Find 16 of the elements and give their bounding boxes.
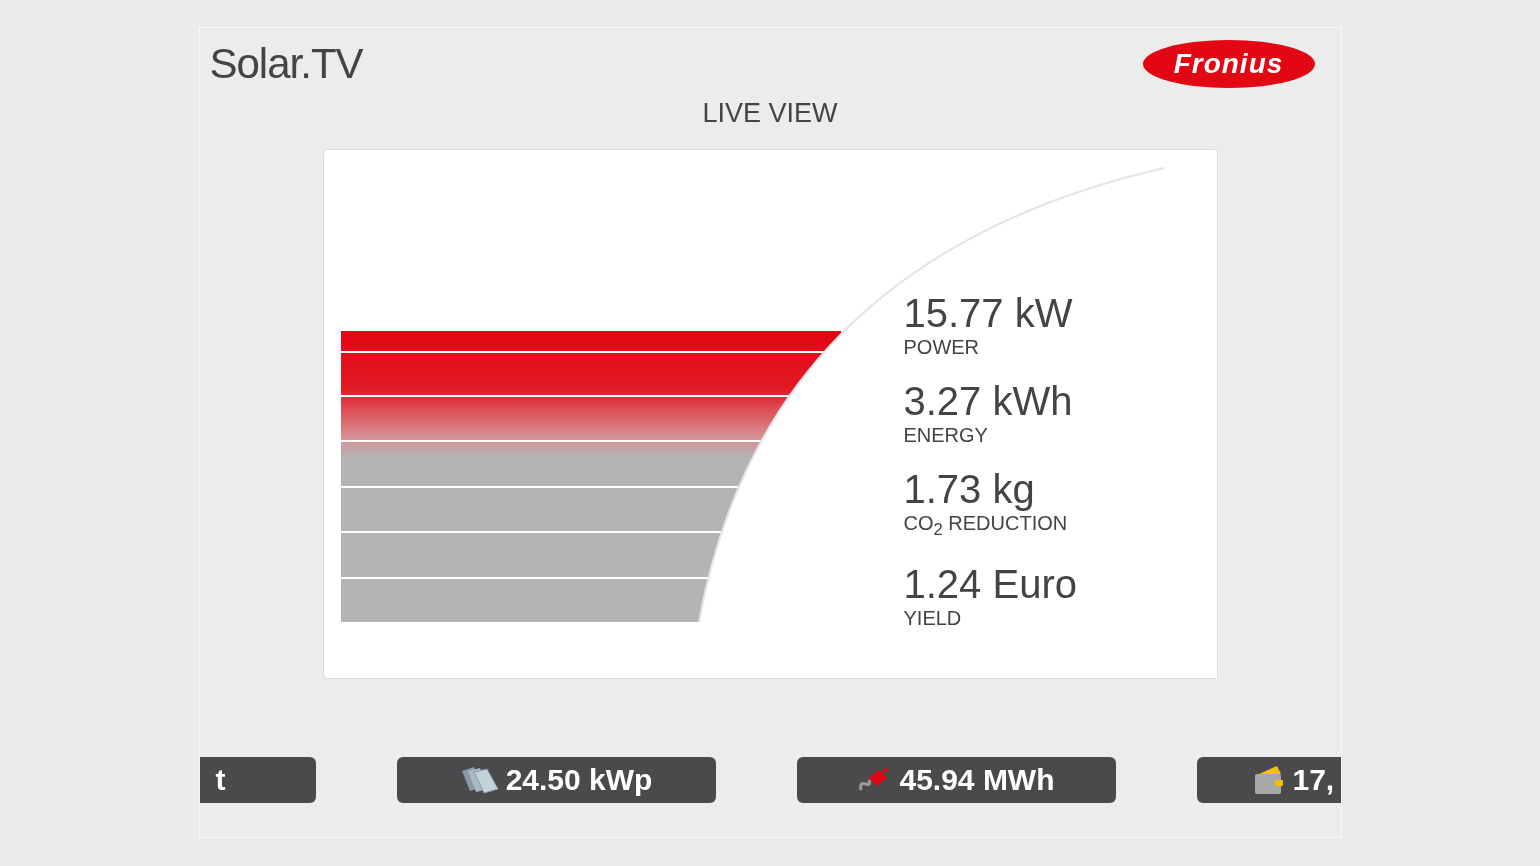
reading-label: POWER — [903, 336, 981, 358]
reading-label: CO$_{2}$ REDUCTION — [903, 512, 1069, 541]
stat-value: 45.94 MWh — [899, 763, 1055, 797]
reading-label: ENERGY — [903, 424, 989, 446]
reading-label: YIELD — [903, 607, 963, 629]
logo: Fronius — [1142, 40, 1315, 88]
view-title: LIVE VIEW — [702, 98, 838, 129]
reading-value: 3.27 kWh — [903, 378, 1074, 424]
solar-panels-icon — [459, 765, 500, 795]
reading-value: 15.77 kW — [903, 290, 1074, 336]
app-title: Solar.TV — [209, 40, 363, 88]
reading-value: 1.24 Euro — [903, 561, 1077, 607]
stat-value: t — [215, 763, 226, 797]
stat-value: 24.50 kWp — [505, 763, 653, 797]
reading-value: 1.73 kg — [903, 466, 1036, 512]
stat-value: 17, — [1292, 763, 1335, 797]
